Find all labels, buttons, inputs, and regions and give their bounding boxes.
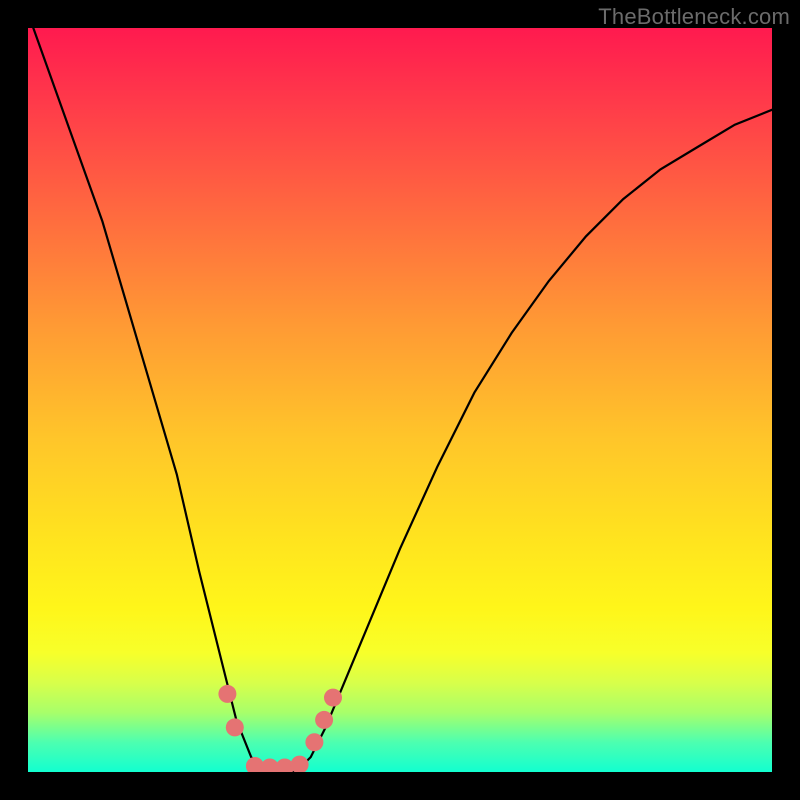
chart-plot-area [28, 28, 772, 772]
marker-dot [315, 711, 333, 729]
bottleneck-curve [28, 28, 772, 772]
marker-dot [305, 733, 323, 751]
chart-svg [28, 28, 772, 772]
watermark-text: TheBottleneck.com [598, 4, 790, 30]
marker-dot [291, 756, 309, 772]
marker-dot [324, 689, 342, 707]
marker-dot [218, 685, 236, 703]
marker-dot [226, 718, 244, 736]
highlight-markers [218, 685, 342, 772]
